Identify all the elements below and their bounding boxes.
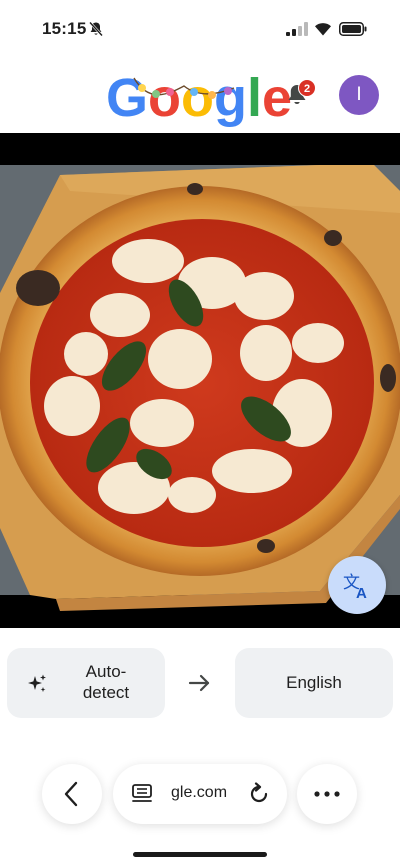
svg-text:A: A [356,585,367,600]
more-horizontal-icon [314,791,340,797]
source-language-button[interactable]: Auto- detect [7,648,165,718]
translate-icon: 文 A [343,573,367,600]
google-doodle-logo[interactable]: Google [104,64,294,128]
sparkle-icon [28,674,46,692]
wifi-icon [315,23,331,36]
reader-icon[interactable] [131,784,153,804]
status-bar: 15:15 [0,0,400,60]
target-language-button[interactable]: English [235,648,393,718]
app-header: Google 2 I [0,60,400,132]
arrow-right-icon [188,674,210,692]
more-button[interactable] [297,764,357,824]
svg-text:Google: Google [106,68,292,128]
status-time: 15:15 [42,19,87,38]
address-bar[interactable]: gle.com [113,764,287,824]
back-button[interactable] [42,764,102,824]
browser-toolbar: gle.com [0,760,400,830]
chevron-left-icon [64,781,78,807]
home-indicator [133,852,267,857]
reload-icon[interactable] [247,782,271,806]
language-selector-row: Auto- detect English [0,648,400,720]
translate-button[interactable]: 文 A [328,556,386,614]
url-text: gle.com [171,784,228,801]
source-language-label: Auto- detect [82,662,130,702]
cellular-signal-icon [286,22,308,36]
avatar[interactable]: I [339,75,379,115]
notification-badge: 2 [298,79,316,97]
pizza-photo [0,133,400,628]
bell-slash-icon [89,21,103,37]
captured-image [0,133,400,628]
battery-icon [339,22,367,36]
